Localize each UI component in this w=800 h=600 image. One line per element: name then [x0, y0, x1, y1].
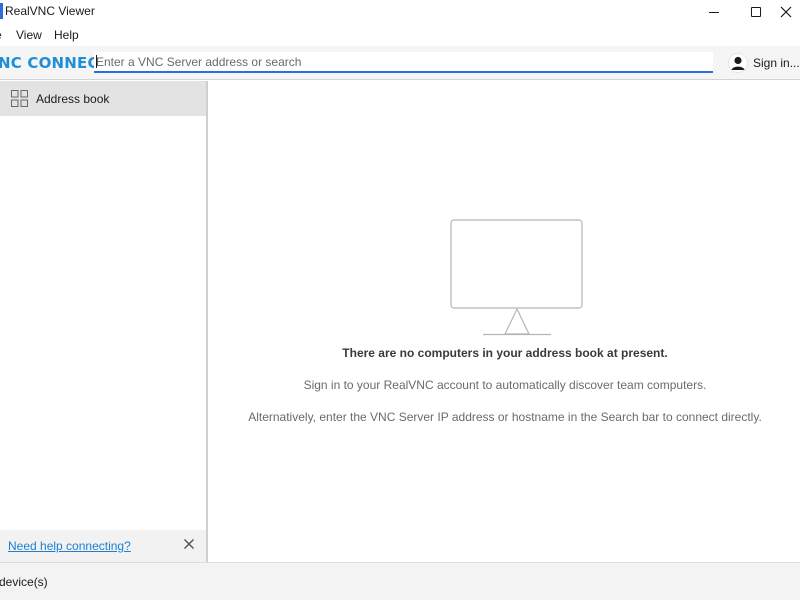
close-icon — [780, 6, 792, 18]
toolbar: NC CONNECT Sign in... — [0, 46, 800, 80]
sign-in-button[interactable]: Sign in... — [728, 53, 800, 73]
title-bar: RealVNC Viewer — [0, 0, 800, 24]
help-link[interactable]: Need help connecting? — [8, 539, 131, 553]
sidebar-item-address-book[interactable]: Address book — [0, 81, 206, 116]
sidebar-item-label: Address book — [36, 91, 110, 106]
close-button[interactable] — [780, 0, 800, 24]
maximize-button[interactable] — [736, 0, 776, 24]
menu-help[interactable]: Help — [54, 28, 79, 42]
grid-icon — [11, 90, 28, 107]
empty-state-title: There are no computers in your address b… — [342, 346, 668, 360]
status-bar: device(s) — [0, 562, 800, 600]
window-title: RealVNC Viewer — [5, 4, 95, 18]
brand-logo: NC CONNECT — [0, 54, 110, 72]
close-icon[interactable] — [183, 538, 195, 550]
minimize-icon — [709, 11, 719, 13]
search-input[interactable] — [94, 52, 713, 71]
sign-in-label: Sign in... — [753, 56, 800, 70]
user-icon — [728, 53, 748, 73]
main-content: There are no computers in your address b… — [210, 81, 800, 562]
empty-state-sign-in-text: Sign in to your RealVNC account to autom… — [303, 378, 707, 392]
device-count: device(s) — [0, 575, 48, 589]
help-panel: Need help connecting? — [0, 530, 206, 562]
search-box[interactable] — [94, 52, 713, 73]
maximize-icon — [751, 7, 761, 17]
minimize-button[interactable] — [694, 0, 734, 24]
text-caret — [96, 55, 97, 68]
monitor-icon — [450, 219, 583, 336]
menu-bar: e View Help — [0, 24, 800, 46]
menu-view[interactable]: View — [16, 28, 42, 42]
empty-state-connect-text: Alternatively, enter the VNC Server IP a… — [248, 410, 762, 424]
app-icon — [0, 3, 3, 19]
sidebar: Address book Need help connecting? — [0, 81, 208, 562]
menu-file[interactable]: e — [0, 28, 2, 42]
